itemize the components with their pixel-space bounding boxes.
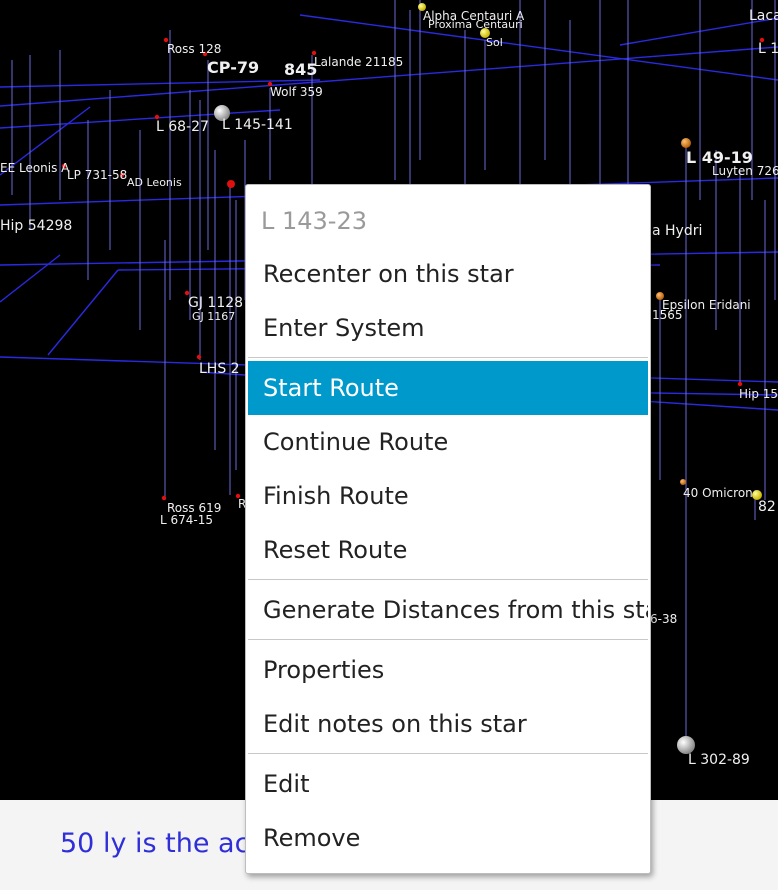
menu-item-continue-route[interactable]: Continue Route <box>248 415 648 469</box>
star-label[interactable]: a Hydri <box>652 224 702 238</box>
menu-separator <box>248 357 648 358</box>
star-label[interactable]: Sol <box>486 37 503 48</box>
star-context-menu: L 143-23 Recenter on this star Enter Sys… <box>245 184 651 874</box>
star-label[interactable]: GJ 1167 <box>192 311 235 322</box>
grid-line <box>299 14 778 81</box>
menu-item-properties[interactable]: Properties <box>248 643 648 697</box>
menu-item-enter-system[interactable]: Enter System <box>248 301 648 355</box>
menu-item-edit[interactable]: Edit <box>248 757 648 811</box>
menu-item-recenter[interactable]: Recenter on this star <box>248 247 648 301</box>
star-marker[interactable] <box>227 180 235 188</box>
star-label[interactable]: Hip 54298 <box>0 219 72 233</box>
star-label[interactable]: L 145-141 <box>222 118 293 132</box>
star-label[interactable]: Laca <box>749 9 778 23</box>
star-marker[interactable] <box>681 138 691 148</box>
menu-separator <box>248 639 648 640</box>
menu-item-remove[interactable]: Remove <box>248 811 648 865</box>
grid-line <box>0 254 61 303</box>
star-label[interactable]: 845 <box>284 62 317 78</box>
star-label[interactable]: LP 731-58 <box>67 169 127 181</box>
star-label[interactable]: Luyten 726 <box>712 165 778 177</box>
menu-item-edit-notes[interactable]: Edit notes on this star <box>248 697 648 751</box>
star-label[interactable]: 82 <box>758 500 776 514</box>
star-label[interactable]: L 68-27 <box>156 120 209 134</box>
star-label[interactable]: EE Leonis A <box>0 162 69 174</box>
star-marker[interactable] <box>196 354 202 360</box>
star-label[interactable]: 40 Omicron <box>683 487 753 499</box>
menu-item-generate-distances[interactable]: Generate Distances from this star <box>248 583 648 637</box>
star-marker[interactable] <box>680 479 686 485</box>
star-label[interactable]: GJ 1128 <box>188 296 243 310</box>
star-label[interactable]: Hip 15 <box>739 388 778 400</box>
star-label[interactable]: Wolf 359 <box>270 86 323 98</box>
star-label[interactable]: Lalande 21185 <box>314 56 403 68</box>
star-marker[interactable] <box>737 381 743 387</box>
star-label[interactable]: Proxima Centauri <box>428 19 523 30</box>
menu-title: L 143-23 <box>261 207 368 235</box>
star-label[interactable]: 1565 <box>652 309 683 321</box>
star-label[interactable]: LHS 2 <box>199 362 240 376</box>
menu-item-finish-route[interactable]: Finish Route <box>248 469 648 523</box>
star-label[interactable]: AD Leonis <box>127 177 182 188</box>
star-marker[interactable] <box>161 495 167 501</box>
star-label[interactable]: L 302-89 <box>688 753 750 767</box>
menu-separator <box>248 753 648 754</box>
status-text: 50 ly is the ac <box>60 828 250 859</box>
star-label[interactable]: L 674-15 <box>160 514 213 526</box>
grid-line <box>47 269 119 356</box>
menu-separator <box>248 579 648 580</box>
star-label[interactable]: CP-79 <box>207 60 259 76</box>
menu-item-reset-route[interactable]: Reset Route <box>248 523 648 577</box>
menu-item-start-route[interactable]: Start Route <box>248 361 648 415</box>
star-label[interactable]: 6-38 <box>650 613 677 625</box>
star-label[interactable]: Ross 128 <box>167 43 221 55</box>
star-label[interactable]: L 1 <box>758 42 778 56</box>
